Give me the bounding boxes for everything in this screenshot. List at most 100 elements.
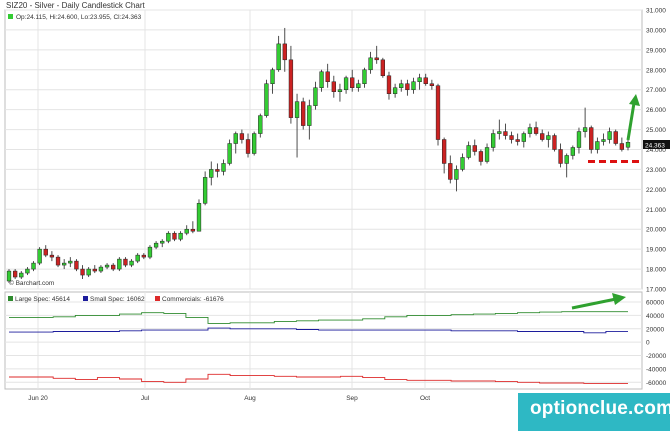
candle-body bbox=[319, 71, 324, 88]
candle-body bbox=[288, 59, 294, 118]
candle-body bbox=[307, 105, 312, 126]
candle-body bbox=[478, 151, 484, 162]
cot-y-tick-label: 60000 bbox=[646, 300, 664, 307]
candle-body bbox=[399, 83, 404, 88]
candle-body bbox=[509, 135, 514, 140]
price-y-axis: 31.000 30.000 29.000 28.000 27.000 26.000 25.0… bbox=[646, 8, 666, 294]
candle-body bbox=[491, 133, 496, 148]
price-y-tick-label: 31.000 bbox=[646, 8, 666, 15]
price-y-tick-label: 18.000 bbox=[646, 267, 666, 274]
small-spec-legend: Small Spec: 16062 bbox=[90, 296, 145, 303]
candle-body bbox=[527, 127, 533, 134]
x-tick-label: Jul bbox=[141, 395, 150, 402]
candle-body bbox=[129, 260, 134, 266]
candle-body bbox=[166, 232, 171, 242]
chart-root: 31.000 30.000 29.000 28.000 27.000 26.000 25.0… bbox=[0, 0, 670, 431]
x-axis: Jun 20 Jul Aug Sep Oct bbox=[28, 395, 430, 402]
candle-body bbox=[141, 254, 146, 258]
commercials-legend: Commercials: -61676 bbox=[162, 296, 224, 303]
candle-body bbox=[80, 268, 85, 276]
candle-body bbox=[111, 264, 116, 270]
candle-body bbox=[448, 163, 453, 180]
candle-body bbox=[503, 131, 508, 136]
candle-body bbox=[552, 135, 557, 150]
price-y-tick-label: 29.000 bbox=[646, 47, 666, 54]
source-label: © Barchart.com bbox=[9, 279, 54, 287]
cot-y-tick-label: 40000 bbox=[646, 313, 664, 320]
candle-body bbox=[423, 77, 428, 84]
candle-body bbox=[196, 203, 202, 232]
candle-body bbox=[25, 268, 30, 274]
cot-y-tick-label: -40000 bbox=[646, 366, 667, 373]
price-y-tick-label: 25.000 bbox=[646, 127, 666, 134]
large-spec-legend: Large Spec: 45614 bbox=[15, 296, 70, 303]
candle-body bbox=[264, 83, 269, 116]
candle-body bbox=[484, 147, 490, 162]
candle-body bbox=[282, 43, 287, 61]
candle-body bbox=[546, 135, 551, 140]
candle-body bbox=[356, 83, 361, 88]
candle-body bbox=[123, 258, 128, 266]
candle-body bbox=[221, 163, 226, 172]
last-price-label: 24.363 bbox=[645, 143, 665, 150]
candle-body bbox=[178, 232, 183, 240]
candle-body bbox=[270, 69, 275, 84]
small-spec-swatch bbox=[83, 296, 88, 301]
candle-body bbox=[202, 177, 208, 204]
candle-body bbox=[37, 248, 42, 264]
candle-body bbox=[12, 270, 18, 278]
candle-body bbox=[435, 85, 441, 140]
candle-body bbox=[74, 260, 79, 270]
candle-body bbox=[49, 254, 55, 258]
candle-body bbox=[233, 133, 238, 144]
candle-body bbox=[313, 87, 318, 106]
candle-body bbox=[515, 139, 520, 142]
candle-body bbox=[625, 142, 631, 148]
candle-body bbox=[104, 264, 110, 268]
candle-body bbox=[533, 127, 539, 134]
candle-body bbox=[362, 69, 367, 84]
brand-banner: optionclue.com bbox=[518, 393, 670, 431]
candle-body bbox=[153, 242, 159, 248]
candle-body bbox=[540, 133, 545, 140]
candle-body bbox=[245, 139, 251, 154]
candle-body bbox=[209, 169, 214, 178]
x-tick-label: Sep bbox=[346, 395, 358, 402]
chart-svg: 31.000 30.000 29.000 28.000 27.000 26.000 25.0… bbox=[4, 1, 670, 402]
candle-body bbox=[258, 115, 263, 134]
commercials-swatch bbox=[155, 296, 160, 301]
brand-watermark: optionclue.com bbox=[530, 398, 670, 419]
candle-body bbox=[190, 228, 196, 232]
candle-body bbox=[172, 232, 177, 240]
large-spec-swatch bbox=[8, 296, 13, 301]
candle-body bbox=[613, 131, 618, 144]
candle-body bbox=[337, 89, 343, 92]
candle-body bbox=[411, 81, 416, 90]
candle-body bbox=[429, 83, 435, 86]
candle-body bbox=[441, 139, 447, 164]
candle-body bbox=[582, 127, 588, 132]
price-y-tick-label: 27.000 bbox=[646, 87, 666, 94]
candle-body bbox=[619, 143, 625, 150]
candle-body bbox=[392, 87, 398, 94]
candle-body bbox=[43, 248, 48, 256]
candle-body bbox=[215, 169, 220, 172]
cot-panel bbox=[4, 291, 643, 390]
candle-body bbox=[325, 71, 330, 82]
candle-body bbox=[227, 143, 232, 164]
candle-body bbox=[576, 131, 582, 148]
candle-body bbox=[405, 83, 410, 90]
candle-body bbox=[92, 268, 97, 272]
candle-body bbox=[454, 169, 459, 180]
candle-body bbox=[589, 127, 594, 150]
cot-y-tick-label: 20000 bbox=[646, 326, 664, 333]
candle-body bbox=[472, 145, 477, 152]
candle-body bbox=[62, 262, 67, 266]
candle-body bbox=[564, 155, 569, 164]
candle-body bbox=[331, 81, 336, 92]
x-tick-label: Aug bbox=[244, 395, 256, 402]
x-tick-label: Jun 20 bbox=[28, 395, 48, 402]
candle-body bbox=[595, 141, 600, 150]
candle-body bbox=[350, 77, 355, 88]
candle-body bbox=[374, 57, 379, 61]
